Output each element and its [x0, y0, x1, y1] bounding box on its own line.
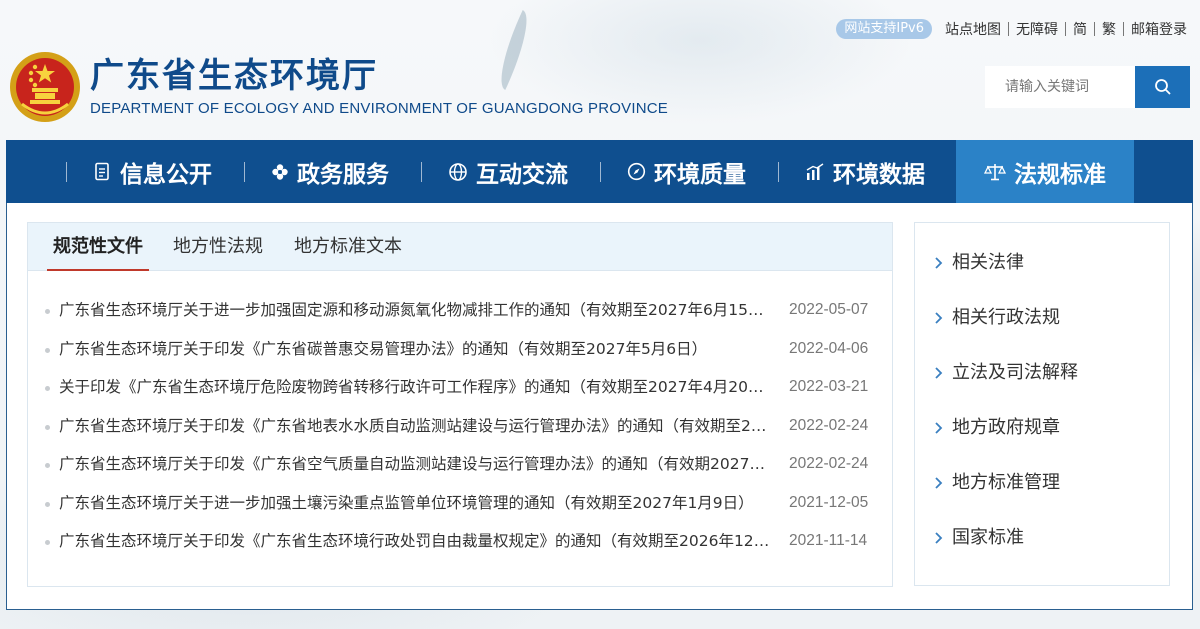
- chevron-right-icon: [934, 311, 943, 325]
- nav-label: 政务服务: [297, 161, 389, 188]
- bullet-icon: [45, 386, 50, 391]
- sidebar-item-related-laws[interactable]: 相关法律: [934, 249, 1024, 277]
- search-button[interactable]: [1135, 66, 1190, 108]
- document-icon: [94, 162, 112, 182]
- nav-item-env-data[interactable]: 环境数据: [805, 140, 925, 203]
- list-item[interactable]: 广东省生态环境厅关于进一步加强固定源和移动源氮氧化物减排工作的通知（有效期至20…: [28, 299, 892, 338]
- sidebar-item-label: 相关行政法规: [952, 307, 1060, 328]
- bullet-icon: [45, 501, 50, 507]
- list-item-date: 2021-12-05: [789, 493, 869, 511]
- sidebar-item-admin-regulations[interactable]: 相关行政法规: [934, 304, 1060, 332]
- list-item-date: 2022-02-24: [789, 416, 869, 434]
- national-emblem-icon: [8, 50, 82, 124]
- search-box: [985, 66, 1190, 108]
- top-link-accessibility[interactable]: 无障碍: [1009, 19, 1065, 39]
- nav-item-gov-services[interactable]: 政务服务: [271, 140, 389, 203]
- bullet-icon: [45, 347, 50, 353]
- ipv6-badge: 网站支持IPv6: [836, 19, 932, 39]
- nav-item-info-disclosure[interactable]: 信息公开: [94, 140, 212, 203]
- tab-local-standards[interactable]: 地方标准文本: [294, 223, 402, 270]
- top-link-mail-login[interactable]: 邮箱登录: [1124, 19, 1194, 39]
- sidebar-item-label: 国家标准: [952, 527, 1024, 548]
- nav-item-interaction[interactable]: 互动交流: [448, 140, 568, 203]
- tab-local-regulations[interactable]: 地方性法规: [173, 223, 263, 270]
- list-item[interactable]: 广东省生态环境厅关于印发《广东省地表水水质自动监测站建设与运行管理办法》的通知（…: [28, 415, 892, 454]
- sidebar-item-local-gov-rules[interactable]: 地方政府规章: [934, 414, 1060, 442]
- sidebar-item-local-standards-mgmt[interactable]: 地方标准管理: [934, 469, 1060, 497]
- nav-label: 环境质量: [654, 161, 746, 188]
- chevron-right-icon: [934, 256, 943, 270]
- chevron-right-icon: [934, 421, 943, 435]
- globe-icon: [448, 162, 468, 182]
- search-input[interactable]: [985, 66, 1135, 108]
- list-item-title[interactable]: 广东省生态环境厅关于印发《广东省生态环境行政处罚自由裁量权规定》的通知（有效期至…: [59, 530, 774, 552]
- nav-divider: [66, 162, 67, 182]
- nav-divider: [421, 162, 422, 182]
- list-item-title[interactable]: 广东省生态环境厅关于印发《广东省地表水水质自动监测站建设与运行管理办法》的通知（…: [59, 415, 774, 437]
- list-item-date: 2022-02-24: [789, 455, 869, 472]
- chevron-right-icon: [934, 366, 943, 380]
- nav-item-env-quality[interactable]: 环境质量: [627, 140, 746, 203]
- nav-item-regulations[interactable]: 法规标准: [956, 140, 1134, 203]
- list-item-date: 2022-03-21: [789, 378, 869, 395]
- sidebar-item-label: 立法及司法解释: [952, 362, 1078, 383]
- bullet-icon: [45, 424, 50, 430]
- search-icon: [1154, 79, 1171, 95]
- nav-label: 法规标准: [1014, 161, 1106, 188]
- tab-normative-documents[interactable]: 规范性文件: [47, 223, 149, 271]
- scales-icon: [984, 162, 1006, 182]
- list-item-title[interactable]: 广东省生态环境厅关于进一步加强土壤污染重点监管单位环境管理的通知（有效期至202…: [59, 492, 774, 514]
- list-item[interactable]: 广东省生态环境厅关于印发《广东省碳普惠交易管理办法》的通知（有效期至2027年5…: [28, 338, 892, 377]
- sidebar-item-national-standards[interactable]: 国家标准: [934, 524, 1024, 552]
- category-sidebar: 相关法律 相关行政法规 立法及司法解释 地方政府规章 地方标准管理 国家标准: [914, 222, 1170, 586]
- list-item-date: 2022-04-06: [789, 339, 869, 357]
- sidebar-item-label: 地方标准管理: [952, 472, 1060, 493]
- chevron-right-icon: [934, 531, 943, 545]
- list-item[interactable]: 广东省生态环境厅关于印发《广东省生态环境行政处罚自由裁量权规定》的通知（有效期至…: [28, 530, 892, 569]
- compass-icon: [627, 162, 646, 181]
- flower-icon: [271, 163, 289, 181]
- main-nav: 信息公开 政务服务 互动交流 环境质量 环境数据 法规标准: [6, 140, 1193, 203]
- list-item-date: 2022-05-07: [789, 301, 869, 318]
- nav-divider: [600, 162, 601, 182]
- bullet-icon: [45, 463, 50, 468]
- nav-label: 信息公开: [120, 161, 212, 188]
- bullet-icon: [45, 309, 50, 314]
- documents-panel: 规范性文件 地方性法规 地方标准文本 广东省生态环境厅关于进一步加强固定源和移动…: [27, 222, 893, 587]
- list-item[interactable]: 关于印发《广东省生态环境厅危险废物跨省转移行政许可工作程序》的通知（有效期至20…: [28, 376, 892, 415]
- sidebar-item-legislation-interpretation[interactable]: 立法及司法解释: [934, 359, 1078, 387]
- nav-divider: [778, 162, 779, 182]
- chevron-right-icon: [934, 476, 943, 490]
- list-item-title[interactable]: 关于印发《广东省生态环境厅危险废物跨省转移行政许可工作程序》的通知（有效期至20…: [59, 376, 774, 398]
- list-item-title[interactable]: 广东省生态环境厅关于印发《广东省空气质量自动监测站建设与运行管理办法》的通知（有…: [59, 453, 774, 475]
- list-item-date: 2021-11-14: [789, 532, 868, 549]
- list-item-title[interactable]: 广东省生态环境厅关于进一步加强固定源和移动源氮氧化物减排工作的通知（有效期至20…: [59, 299, 774, 321]
- list-item-title[interactable]: 广东省生态环境厅关于印发《广东省碳普惠交易管理办法》的通知（有效期至2027年5…: [59, 338, 774, 360]
- site-title: 广东省生态环境厅: [90, 56, 378, 96]
- list-item[interactable]: 广东省生态环境厅关于印发《广东省空气质量自动监测站建设与运行管理办法》的通知（有…: [28, 453, 892, 492]
- document-list: 广东省生态环境厅关于进一步加强固定源和移动源氮氧化物减排工作的通知（有效期至20…: [28, 299, 892, 569]
- top-link-sitemap[interactable]: 站点地图: [938, 19, 1008, 39]
- top-utility-bar: 网站支持IPv6 站点地图 无障碍 简 繁 邮箱登录: [836, 19, 1194, 39]
- list-item[interactable]: 广东省生态环境厅关于进一步加强土壤污染重点监管单位环境管理的通知（有效期至202…: [28, 492, 892, 531]
- nav-label: 环境数据: [833, 161, 925, 188]
- site-subtitle: DEPARTMENT OF ECOLOGY AND ENVIRONMENT OF…: [90, 100, 668, 117]
- top-link-simplified[interactable]: 简: [1066, 19, 1094, 39]
- sidebar-item-label: 地方政府规章: [952, 417, 1060, 438]
- nav-label: 互动交流: [476, 161, 568, 188]
- chart-icon: [805, 162, 825, 181]
- top-link-traditional[interactable]: 繁: [1095, 19, 1123, 39]
- nav-divider: [244, 162, 245, 182]
- bullet-icon: [45, 540, 50, 545]
- tab-bar: 规范性文件 地方性法规 地方标准文本: [28, 223, 892, 271]
- sidebar-item-label: 相关法律: [952, 252, 1024, 273]
